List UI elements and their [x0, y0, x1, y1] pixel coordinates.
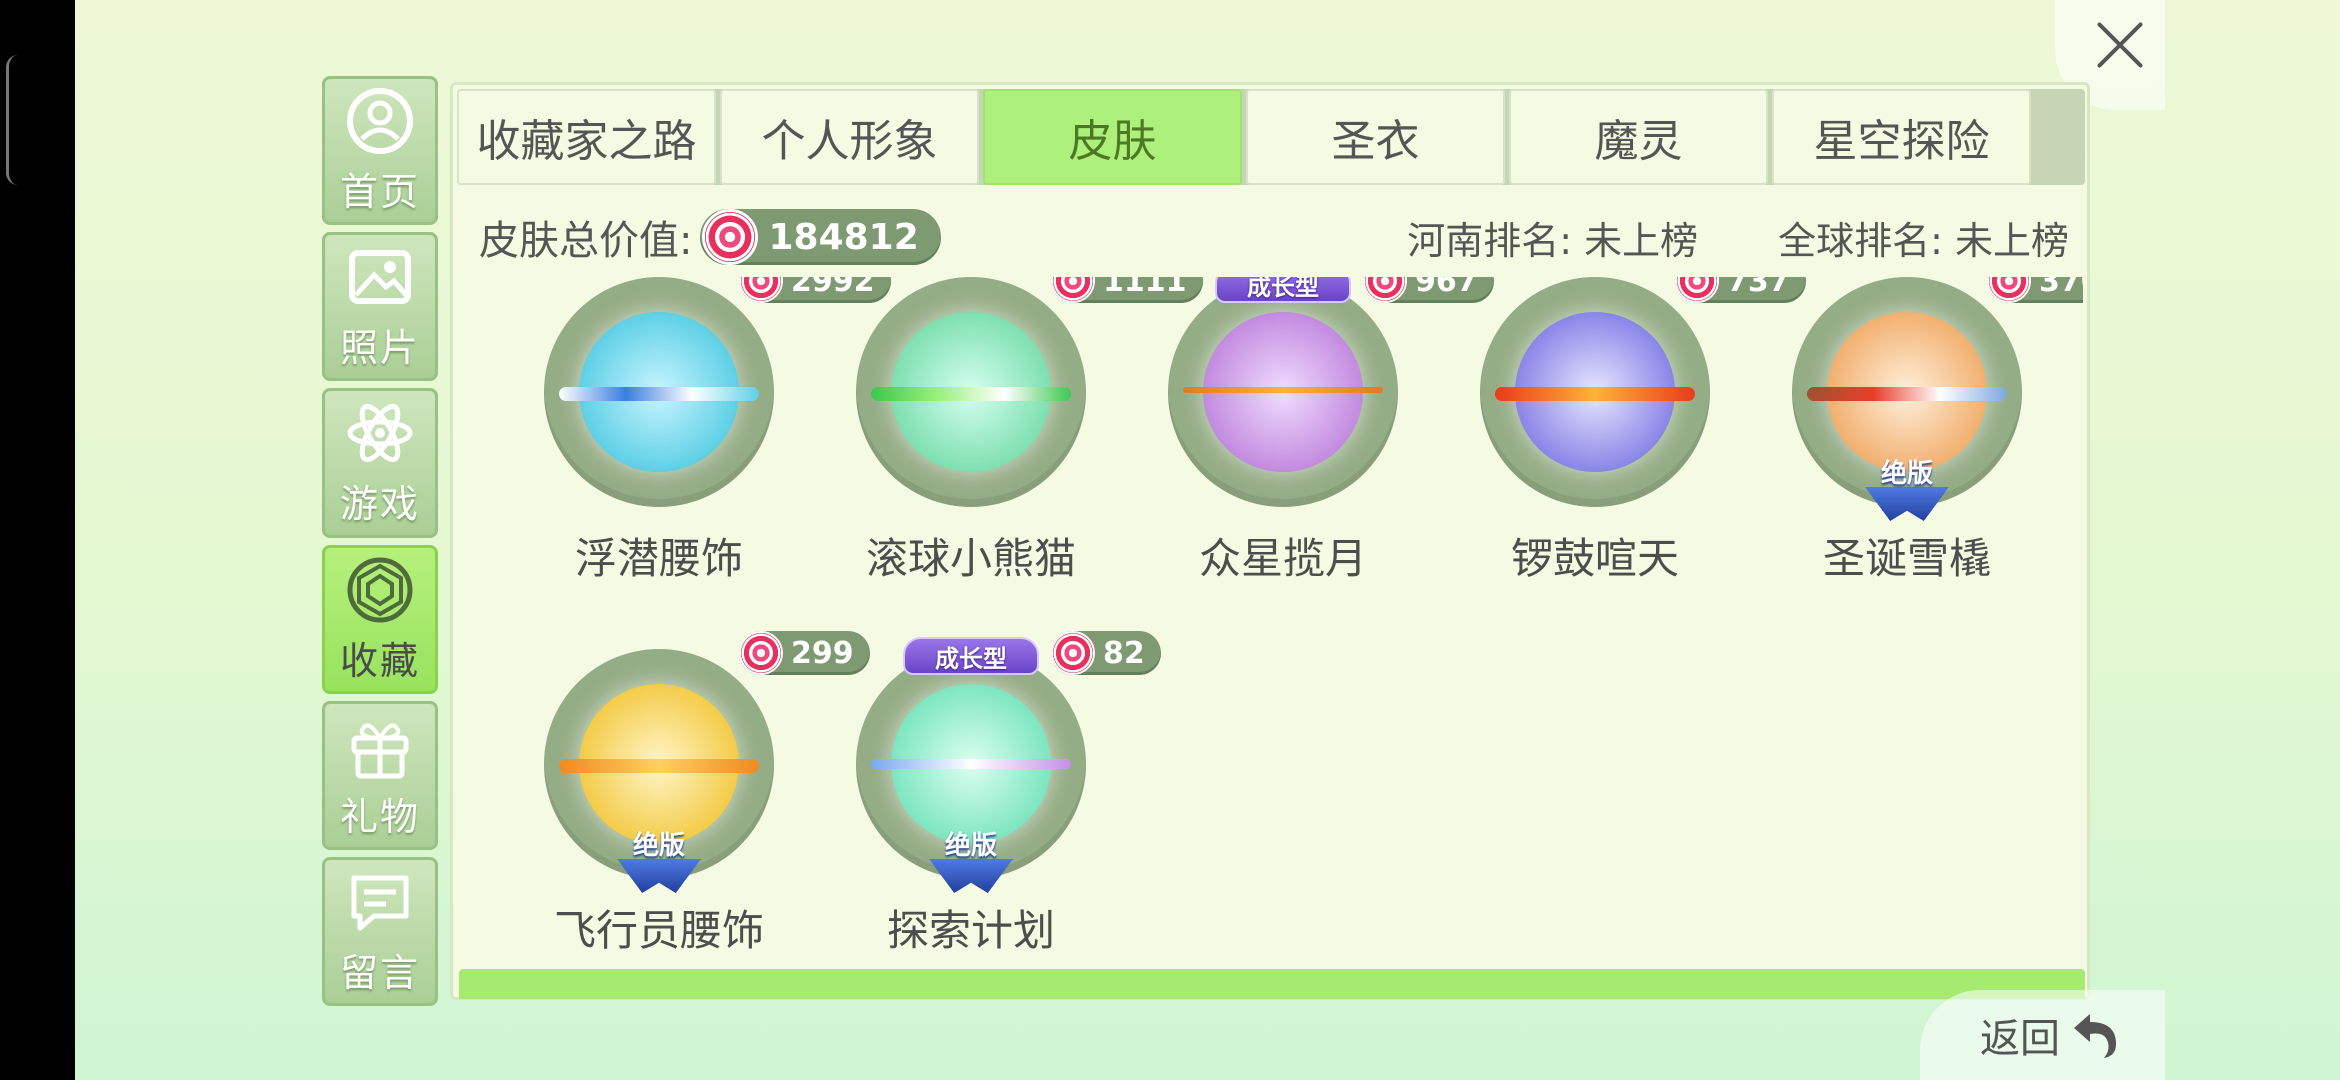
sidebar-item-label: 留言 [339, 950, 420, 995]
skin-orb [544, 277, 774, 507]
candy-currency-icon [1363, 277, 1407, 303]
sidebar-item-label: 礼物 [339, 794, 420, 839]
candy-currency-icon [739, 277, 783, 303]
sidebar-item-gifts[interactable]: 礼物 [322, 700, 438, 850]
out-of-print-badge: 绝版 [611, 829, 707, 893]
sidebar-item-label: 游戏 [339, 482, 420, 527]
collection-panel: 收藏家之路 个人形象 皮肤 圣衣 魔灵 星空探险 皮肤总价值: 184812 河… [450, 82, 2090, 1000]
out-of-print-badge: 绝版 [923, 829, 1019, 893]
sidebar: 首页 照片 游戏 收藏 礼物 留言 [322, 76, 440, 1007]
skin-name: 浮潜腰饰 [574, 534, 743, 583]
return-arrow-icon [2074, 1014, 2116, 1058]
out-of-print-badge: 绝版 [1859, 457, 1955, 521]
tab-skins[interactable]: 皮肤 [983, 89, 1242, 185]
candy-currency-icon [1051, 277, 1095, 303]
next-section-header [459, 969, 2085, 999]
candy-currency-icon [1987, 277, 2031, 303]
skin-orb [856, 277, 1086, 507]
sidebar-item-messages[interactable]: 留言 [322, 856, 438, 1007]
sidebar-item-label: 首页 [339, 170, 420, 215]
total-value-label: 皮肤总价值: [479, 218, 693, 264]
total-value-badge: 184812 [700, 209, 941, 265]
growth-badge: 成长型 [1215, 277, 1351, 303]
skin-item[interactable]: 绝版 299 飞行员腰饰 [499, 631, 870, 979]
skin-item[interactable]: 2992 浮潜腰饰 [499, 277, 891, 607]
gem-icon [347, 557, 413, 623]
message-icon [351, 875, 409, 931]
skin-item[interactable]: 1111 滚球小熊猫 [811, 277, 1203, 607]
edge-handle [6, 55, 20, 185]
skin-item[interactable]: 成长型 绝版 82 探索计划 [811, 631, 1161, 979]
skin-name: 滚球小熊猫 [865, 534, 1076, 583]
province-rank: 河南排名: 未上榜 [1407, 218, 1699, 263]
skin-item[interactable]: 绝版 370 圣诞雪橇 [1747, 277, 2083, 607]
tab-collector-road[interactable]: 收藏家之路 [457, 89, 716, 185]
sidebar-item-games[interactable]: 游戏 [322, 388, 438, 538]
tab-armor[interactable]: 圣衣 [1246, 89, 1505, 185]
skin-value-row: 皮肤总价值: 184812 河南排名: 未上榜 全球排名: 未上榜 [479, 197, 2069, 277]
skin-orb [1480, 277, 1710, 507]
skin-name: 圣诞雪橇 [1822, 534, 1991, 583]
candy-currency-icon [739, 631, 783, 675]
atom-icon [347, 404, 413, 463]
candy-currency-icon [702, 209, 759, 265]
close-icon[interactable] [2085, 10, 2155, 80]
tab-spirits[interactable]: 魔灵 [1509, 89, 1768, 185]
sidebar-item-label: 照片 [339, 326, 420, 371]
tab-star-exploration[interactable]: 星空探险 [1772, 89, 2031, 185]
back-button[interactable]: 返回 [1980, 1005, 2122, 1065]
sidebar-item-label: 收藏 [339, 638, 420, 683]
candy-currency-icon [1675, 277, 1719, 303]
total-value: 184812 [768, 216, 919, 258]
skin-name: 众星揽月 [1198, 534, 1367, 583]
sidebar-item-photos[interactable]: 照片 [322, 232, 438, 382]
skin-item[interactable]: 成长型 967 众星揽月 [1123, 277, 1494, 607]
candy-currency-icon [1051, 631, 1095, 675]
skin-orb [1168, 277, 1398, 507]
back-label: 返回 [1980, 1016, 2060, 1062]
sidebar-item-home[interactable]: 首页 [322, 76, 438, 226]
skin-name: 锣鼓喧天 [1510, 534, 1679, 583]
photo-icon [349, 250, 411, 305]
skin-name: 探索计划 [886, 906, 1055, 955]
price-badge: 370 [1987, 277, 2083, 303]
price-badge: 82 [1051, 631, 1161, 675]
global-rank: 全球排名: 未上榜 [1778, 218, 2069, 263]
skin-name: 飞行员腰饰 [553, 906, 764, 955]
gift-icon [351, 723, 409, 779]
skin-grid: 2992 浮潜腰饰 1111 滚球小熊猫 成长型 967 众星揽月 737 锣鼓… [459, 277, 2083, 987]
sidebar-item-collection[interactable]: 收藏 [322, 544, 438, 694]
tab-bar: 收藏家之路 个人形象 皮肤 圣衣 魔灵 星空探险 [457, 89, 2085, 185]
growth-badge: 成长型 [903, 637, 1039, 675]
tab-avatar[interactable]: 个人形象 [720, 89, 979, 185]
skin-item[interactable]: 737 锣鼓喧天 [1435, 277, 1806, 607]
profile-icon [347, 88, 413, 155]
